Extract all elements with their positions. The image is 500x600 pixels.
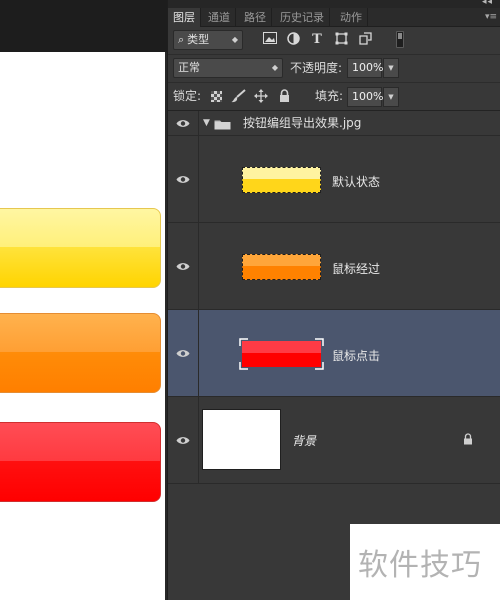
type-filter-icon[interactable]: T: [309, 32, 325, 48]
tab-actions[interactable]: 动作: [335, 8, 368, 27]
opacity-label: 不透明度:: [290, 61, 343, 75]
layer-name: 鼠标经过: [332, 262, 381, 276]
panel-menu-icon[interactable]: ▾≡: [485, 8, 497, 27]
layers-panel: ◂◂ 图层 通道 路径 历史记录 动作 ▾≡ ⌕ 类型 ◆ T 正常 ◆ 不透明…: [167, 0, 500, 600]
folder-icon: [214, 120, 231, 130]
filter-toggle-switch[interactable]: [396, 31, 404, 48]
chevron-updown-icon: ◆: [231, 35, 238, 44]
opacity-dropdown-button[interactable]: ▼: [383, 58, 399, 78]
visibility-column: [168, 136, 199, 222]
lock-all-icon[interactable]: [276, 89, 292, 105]
eye-icon[interactable]: [176, 436, 190, 445]
document-canvas[interactable]: [0, 52, 165, 600]
panel-top-strip: ◂◂: [168, 0, 500, 8]
blend-row: 正常 ◆ 不透明度: 100% ▼: [168, 54, 500, 82]
eye-icon[interactable]: [176, 262, 190, 271]
filter-kind-dropdown[interactable]: ⌕ 类型 ◆: [173, 30, 243, 50]
search-icon: ⌕: [178, 33, 185, 46]
canvas-button-pressed: [0, 422, 161, 502]
canvas-area: [0, 0, 167, 600]
visibility-column: [168, 310, 199, 396]
blend-mode-dropdown[interactable]: 正常 ◆: [173, 58, 283, 78]
fill-dropdown-button[interactable]: ▼: [383, 87, 399, 107]
group-name: 按钮编组导出效果.jpg: [243, 116, 362, 130]
eye-icon[interactable]: [176, 119, 190, 128]
layer-row-background[interactable]: 背景: [168, 397, 500, 484]
lock-icon: [464, 433, 472, 445]
lock-image-icon[interactable]: [230, 89, 246, 105]
lock-label: 锁定:: [173, 89, 202, 103]
fill-input[interactable]: 100%: [347, 87, 383, 107]
tab-layers[interactable]: 图层: [168, 8, 201, 27]
opacity-input[interactable]: 100%: [347, 58, 383, 78]
canvas-button-hover: [0, 313, 161, 393]
lock-row: 锁定: 填充: 100% ▼: [168, 82, 500, 110]
eye-icon[interactable]: [176, 349, 190, 358]
canvas-top-bar: [0, 0, 167, 52]
lock-position-icon[interactable]: [253, 89, 269, 105]
visibility-column: [168, 397, 199, 483]
layer-name: 默认状态: [332, 175, 381, 189]
expand-arrow-icon[interactable]: ▼: [203, 118, 210, 128]
tab-paths[interactable]: 路径: [239, 8, 272, 27]
layer-name: 鼠标点击: [332, 349, 381, 363]
tab-channels[interactable]: 通道: [203, 8, 236, 27]
layer-group-row[interactable]: ▼ 按钮编组导出效果.jpg: [168, 111, 500, 136]
layer-row-hover[interactable]: 鼠标经过: [168, 223, 500, 310]
smart-object-filter-icon[interactable]: [357, 32, 373, 48]
background-thumbnail: [202, 409, 281, 470]
selection-corners: [239, 338, 324, 370]
layer-name: 背景: [292, 434, 317, 448]
adjustment-filter-icon[interactable]: [285, 32, 301, 48]
layer-filter-row: ⌕ 类型 ◆ T: [168, 27, 500, 53]
visibility-column: [168, 223, 199, 309]
lock-transparent-icon[interactable]: [208, 89, 224, 105]
chevron-updown-icon: ◆: [271, 63, 278, 72]
collapse-panel-icon[interactable]: ◂◂: [482, 0, 493, 7]
fill-label: 填充:: [315, 89, 344, 103]
layer-row-default[interactable]: 默认状态: [168, 136, 500, 223]
image-filter-icon[interactable]: [262, 32, 278, 48]
layer-row-pressed[interactable]: 鼠标点击: [168, 310, 500, 397]
tab-history[interactable]: 历史记录: [275, 8, 330, 27]
shape-filter-icon[interactable]: [333, 32, 349, 48]
blend-mode-value: 正常: [178, 61, 200, 74]
panel-tab-bar: 图层 通道 路径 历史记录 动作 ▾≡: [168, 8, 500, 27]
canvas-button-default: [0, 208, 161, 288]
watermark-text: 软件技巧: [358, 548, 482, 583]
visibility-column: [168, 111, 199, 135]
eye-icon[interactable]: [176, 175, 190, 184]
filter-kind-label: 类型: [187, 33, 210, 46]
